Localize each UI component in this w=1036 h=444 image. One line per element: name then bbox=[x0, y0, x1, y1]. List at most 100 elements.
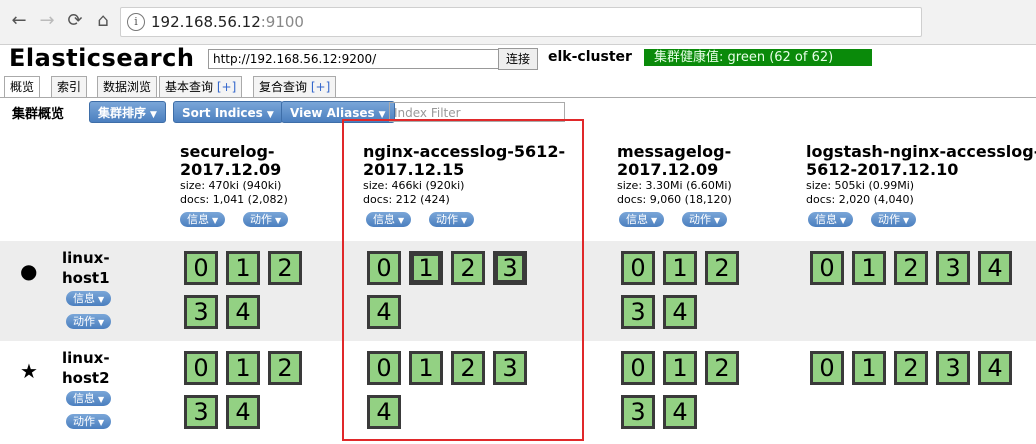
shard-box[interactable]: 3 bbox=[621, 395, 655, 429]
button-label: 动作 bbox=[73, 315, 95, 328]
index-action-button[interactable]: 动作 ▼ bbox=[243, 212, 289, 227]
caret-down-icon: ▼ bbox=[150, 110, 157, 120]
tab-browser[interactable]: 数据浏览 bbox=[97, 76, 158, 97]
shard-box[interactable]: 2 bbox=[268, 251, 302, 285]
caret-down-icon: ▼ bbox=[212, 216, 219, 225]
address-bar[interactable]: i 192.168.56.12:9100 bbox=[120, 7, 922, 37]
url-port: :9100 bbox=[260, 13, 304, 31]
shard-box[interactable]: 4 bbox=[226, 295, 260, 329]
shard-box[interactable]: 2 bbox=[705, 251, 739, 285]
shard-box[interactable]: 3 bbox=[184, 295, 218, 329]
shard-box[interactable]: 1 bbox=[663, 251, 697, 285]
shard-box[interactable]: 0 bbox=[184, 351, 218, 385]
index-name[interactable]: logstash-nginx-accesslog- 5612-2017.12.1… bbox=[806, 143, 1036, 179]
button-label: 动作 bbox=[250, 213, 272, 226]
shard-box[interactable]: 1 bbox=[226, 351, 260, 385]
index-docs: docs: 9,060 (18,120) bbox=[617, 193, 732, 206]
tab-divider bbox=[0, 97, 1036, 98]
cluster-name: elk-cluster bbox=[548, 49, 632, 65]
shard-box[interactable]: 4 bbox=[663, 295, 697, 329]
shard-box[interactable]: 3 bbox=[936, 251, 970, 285]
index-info-button[interactable]: 信息 ▼ bbox=[808, 212, 854, 227]
shard-box[interactable]: 4 bbox=[226, 395, 260, 429]
cluster-url-input[interactable] bbox=[208, 49, 504, 69]
node-action-button[interactable]: 动作 ▼ bbox=[66, 314, 112, 329]
shard-box[interactable]: 2 bbox=[705, 351, 739, 385]
cluster-overview-label: 集群概览 bbox=[12, 107, 65, 122]
connect-button[interactable]: 连接 bbox=[498, 48, 538, 70]
index-name[interactable]: securelog- 2017.12.09 bbox=[180, 143, 281, 179]
master-node-icon: ● bbox=[20, 259, 38, 283]
shard-box[interactable]: 0 bbox=[184, 251, 218, 285]
node-name: linux- host2 bbox=[62, 349, 110, 387]
shard-box[interactable]: 2 bbox=[894, 351, 928, 385]
shard-box[interactable]: 1 bbox=[852, 351, 886, 385]
button-label: 信息 bbox=[73, 292, 95, 305]
index-action-button[interactable]: 动作 ▼ bbox=[682, 212, 728, 227]
button-label: 动作 bbox=[73, 415, 95, 428]
app-title: Elasticsearch bbox=[9, 44, 195, 72]
tab-label: 概览 bbox=[10, 80, 35, 94]
button-label: 动作 bbox=[689, 213, 711, 226]
button-label: 信息 bbox=[73, 392, 95, 405]
cluster-sort-button[interactable]: 集群排序 ▼ bbox=[89, 101, 166, 123]
shard-box[interactable]: 4 bbox=[978, 351, 1012, 385]
index-size: size: 3.30Mi (6.60Mi) bbox=[617, 179, 732, 192]
reload-icon[interactable]: ⟳ bbox=[64, 10, 86, 32]
index-name[interactable]: messagelog- 2017.12.09 bbox=[617, 143, 731, 179]
caret-down-icon: ▼ bbox=[903, 216, 910, 225]
shard-box[interactable]: 1 bbox=[663, 351, 697, 385]
caret-down-icon: ▼ bbox=[98, 418, 105, 427]
tab-compound-query[interactable]: 复合查询 [+] bbox=[253, 76, 337, 97]
button-label: 信息 bbox=[187, 213, 209, 226]
tab-basic-query[interactable]: 基本查询 [+] bbox=[159, 76, 243, 97]
cluster-health-badge: 集群健康值: green (62 of 62) bbox=[644, 49, 872, 66]
highlight-box bbox=[342, 119, 584, 441]
index-size: size: 505ki (0.99Mi) bbox=[806, 179, 915, 192]
star-icon: ★ bbox=[20, 359, 38, 383]
caret-down-icon: ▼ bbox=[98, 295, 105, 304]
node-info-button[interactable]: 信息 ▼ bbox=[66, 391, 112, 406]
tab-label: 基本查询 bbox=[165, 80, 214, 94]
caret-down-icon: ▼ bbox=[98, 318, 105, 327]
caret-down-icon: ▼ bbox=[840, 216, 847, 225]
caret-down-icon: ▼ bbox=[266, 110, 274, 120]
shard-box[interactable]: 2 bbox=[268, 351, 302, 385]
index-action-button[interactable]: 动作 ▼ bbox=[871, 212, 917, 227]
shard-box[interactable]: 1 bbox=[852, 251, 886, 285]
index-docs: docs: 2,020 (4,040) bbox=[806, 193, 914, 206]
info-icon[interactable]: i bbox=[127, 13, 145, 31]
button-label: 信息 bbox=[626, 213, 648, 226]
index-info-button[interactable]: 信息 ▼ bbox=[180, 212, 226, 227]
forward-icon[interactable]: → bbox=[36, 10, 58, 32]
shard-box[interactable]: 0 bbox=[810, 251, 844, 285]
caret-down-icon: ▼ bbox=[98, 395, 105, 404]
shard-box[interactable]: 2 bbox=[894, 251, 928, 285]
tab-add[interactable]: [+] bbox=[311, 80, 330, 94]
shard-box[interactable]: 0 bbox=[621, 351, 655, 385]
caret-down-icon: ▼ bbox=[275, 216, 282, 225]
button-label: 动作 bbox=[878, 213, 900, 226]
node-name: linux- host1 bbox=[62, 249, 110, 287]
shard-box[interactable]: 4 bbox=[663, 395, 697, 429]
shard-box[interactable]: 4 bbox=[978, 251, 1012, 285]
shard-box[interactable]: 3 bbox=[936, 351, 970, 385]
caret-down-icon: ▼ bbox=[651, 216, 658, 225]
tab-add[interactable]: [+] bbox=[217, 80, 236, 94]
index-info-button[interactable]: 信息 ▼ bbox=[619, 212, 665, 227]
sort-indices-button[interactable]: Sort Indices ▼ bbox=[173, 101, 283, 123]
tab-overview[interactable]: 概览 bbox=[4, 76, 41, 98]
button-label: 集群排序 bbox=[98, 106, 147, 120]
home-icon[interactable]: ⌂ bbox=[92, 10, 114, 32]
shard-box[interactable]: 3 bbox=[184, 395, 218, 429]
node-info-button[interactable]: 信息 ▼ bbox=[66, 291, 112, 306]
index-docs: docs: 1,041 (2,082) bbox=[180, 193, 288, 206]
node-action-button[interactable]: 动作 ▼ bbox=[66, 414, 112, 429]
back-icon[interactable]: ← bbox=[8, 10, 30, 32]
shard-box[interactable]: 0 bbox=[621, 251, 655, 285]
shard-box[interactable]: 1 bbox=[226, 251, 260, 285]
shard-box[interactable]: 3 bbox=[621, 295, 655, 329]
button-label: View Aliases bbox=[290, 106, 375, 120]
shard-box[interactable]: 0 bbox=[810, 351, 844, 385]
tab-indices[interactable]: 索引 bbox=[51, 76, 88, 97]
